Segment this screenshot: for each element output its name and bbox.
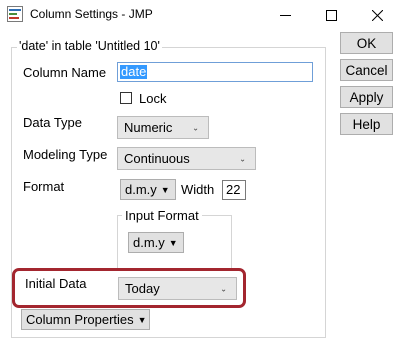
input-format-value: d.m.y bbox=[133, 235, 165, 250]
maximize-icon bbox=[325, 9, 337, 21]
chevron-down-icon: ⌄ bbox=[239, 154, 246, 163]
help-button[interactable]: Help bbox=[340, 113, 393, 135]
ok-button[interactable]: OK bbox=[340, 32, 393, 54]
triangle-down-icon: ▼ bbox=[168, 237, 178, 248]
modeling-type-value: Continuous bbox=[124, 151, 190, 166]
cancel-button[interactable]: Cancel bbox=[340, 59, 393, 81]
input-format-title: Input Format bbox=[122, 208, 202, 223]
format-value: d.m.y bbox=[125, 182, 157, 197]
column-properties-dropdown[interactable]: Column Properties ▼ bbox=[21, 309, 150, 330]
column-name-label: Column Name bbox=[23, 65, 107, 80]
input-format-dropdown[interactable]: d.m.y ▼ bbox=[128, 232, 184, 253]
minimize-icon bbox=[279, 14, 291, 16]
close-button[interactable] bbox=[354, 0, 400, 30]
modeling-type-label: Modeling Type bbox=[23, 147, 108, 162]
modeling-type-select[interactable]: Continuous ⌄ bbox=[117, 147, 256, 170]
data-type-select[interactable]: Numeric ⌄ bbox=[117, 116, 209, 139]
lock-checkbox[interactable] bbox=[120, 92, 132, 104]
initial-data-label: Initial Data bbox=[25, 276, 87, 291]
apply-button[interactable]: Apply bbox=[340, 86, 393, 108]
initial-data-value: Today bbox=[125, 281, 160, 296]
maximize-button[interactable] bbox=[308, 0, 354, 30]
width-label: Width bbox=[181, 182, 215, 197]
initial-data-select[interactable]: Today ⌄ bbox=[118, 277, 237, 300]
minimize-button[interactable] bbox=[262, 0, 308, 30]
lock-label: Lock bbox=[139, 91, 167, 106]
triangle-down-icon: ▼ bbox=[137, 314, 147, 325]
format-label: Format bbox=[23, 179, 65, 194]
column-name-value: date bbox=[120, 64, 148, 79]
data-type-value: Numeric bbox=[124, 120, 173, 135]
chevron-down-icon: ⌄ bbox=[220, 284, 227, 293]
width-input[interactable]: 22 bbox=[222, 180, 246, 200]
window-title: Column Settings - JMP bbox=[30, 7, 153, 21]
data-type-label: Data Type bbox=[23, 115, 83, 130]
triangle-down-icon: ▼ bbox=[160, 184, 170, 195]
chevron-down-icon: ⌄ bbox=[192, 123, 199, 132]
column-properties-label: Column Properties bbox=[26, 312, 134, 327]
close-icon bbox=[371, 9, 383, 21]
column-name-input[interactable]: date bbox=[117, 62, 313, 82]
jmp-app-icon bbox=[7, 6, 23, 22]
title-bar: Column Settings - JMP bbox=[0, 0, 400, 30]
group-title: 'date' in table 'Untitled 10' bbox=[17, 39, 162, 53]
format-dropdown[interactable]: d.m.y ▼ bbox=[120, 179, 176, 200]
